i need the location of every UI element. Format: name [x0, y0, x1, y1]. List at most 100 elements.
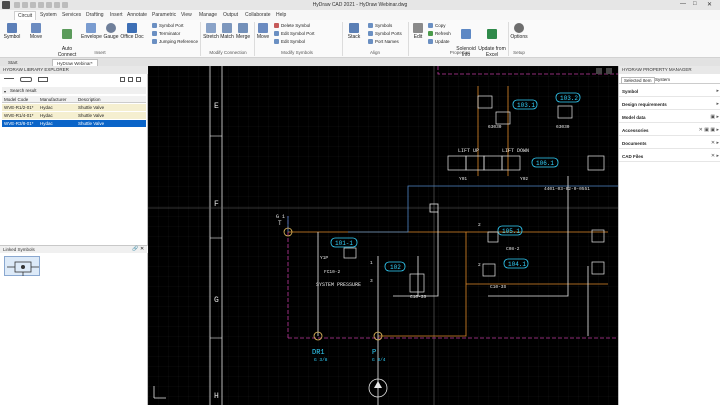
- link-icon[interactable]: 🔗: [132, 246, 138, 252]
- tab-system[interactable]: System: [40, 12, 57, 18]
- edit-symbol-button[interactable]: Edit Symbol: [274, 39, 305, 45]
- merge-button[interactable]: Merge: [236, 23, 250, 40]
- match-button[interactable]: Match: [220, 23, 234, 40]
- section-cad-files[interactable]: CAD Files ✕ ▸: [619, 151, 720, 162]
- svg-text:103.1: 103.1: [517, 102, 535, 109]
- options-button[interactable]: Options: [510, 23, 528, 40]
- tab-parametric[interactable]: Parametric: [152, 12, 176, 18]
- edit-button[interactable]: Edit: [411, 23, 425, 40]
- tab-services[interactable]: Services: [62, 12, 81, 18]
- tab-output[interactable]: Output: [223, 12, 238, 18]
- collapse-icon[interactable]: ▾: [4, 88, 6, 95]
- tab-circuit[interactable]: Circuit: [14, 11, 37, 20]
- stretch-button[interactable]: Stretch: [203, 23, 219, 40]
- hydraulic-schematic[interactable]: E F G H G 1 T 103.1 103.2 63030 63030 LI…: [148, 66, 618, 405]
- svg-text:105.1: 105.1: [502, 228, 520, 235]
- minimize-button[interactable]: —: [680, 1, 686, 7]
- update-button[interactable]: Update: [428, 39, 450, 45]
- symbol-icon: [7, 23, 17, 33]
- section-model-data[interactable]: Model data ▣ ▸: [619, 112, 720, 123]
- align-port-names-button[interactable]: Port Names: [368, 39, 399, 45]
- match-icon: [222, 23, 232, 33]
- envelope-button[interactable]: Envelope: [81, 23, 102, 40]
- column-header-model-code[interactable]: Model Code: [4, 96, 28, 103]
- port-label-t: T: [278, 220, 282, 227]
- symbol-tool-icon[interactable]: [38, 77, 48, 82]
- tab-collaborate[interactable]: Collaborate: [245, 12, 271, 18]
- linked-symbol-thumbnail[interactable]: [4, 256, 40, 276]
- svg-text:FC10-2: FC10-2: [324, 269, 341, 275]
- jumping-reference-button[interactable]: Jumping Reference: [152, 39, 198, 45]
- terminator-icon: [152, 31, 157, 37]
- svg-text:1: 1: [370, 260, 373, 266]
- move-symbol-button[interactable]: Move: [256, 23, 270, 40]
- symbol-button[interactable]: Symbol: [3, 23, 21, 40]
- label-system-pressure: SYSTEM PRESSURE: [316, 282, 361, 288]
- table-row[interactable]: WVE-R1/2-01* Hydac Shuttle Valve: [2, 104, 146, 111]
- svg-text:C08-2: C08-2: [506, 246, 520, 252]
- table-row[interactable]: WVE-R1/4-01* Hydac Shuttle Valve: [2, 112, 146, 119]
- align-symbols-button[interactable]: Symbols: [368, 23, 392, 29]
- symbol-port-icon: [152, 23, 157, 29]
- tab-insert[interactable]: Insert: [110, 12, 123, 18]
- move-button[interactable]: Move: [28, 23, 44, 40]
- auto-connect-button[interactable]: Auto Connect: [57, 23, 77, 58]
- panel-option-icon[interactable]: [120, 77, 125, 82]
- line-tool-icon[interactable]: [4, 78, 14, 82]
- close-viewport-icon[interactable]: [606, 68, 612, 74]
- expand-icon[interactable]: ▣ ▸: [710, 115, 719, 120]
- tab-hydraw-webinar[interactable]: HyDraw Webinar*: [52, 59, 98, 66]
- section-symbol[interactable]: Symbol ▸: [619, 86, 720, 97]
- gauge-button[interactable]: Gauge: [103, 23, 119, 40]
- property-manager-title: HYDRAW PROPERTY MANAGER: [619, 66, 720, 74]
- panel-option-icon[interactable]: [136, 77, 141, 82]
- svg-text:Y02: Y02: [520, 176, 528, 182]
- edit-symbol-port-button[interactable]: Edit Symbol Port: [274, 31, 315, 37]
- terminator-button[interactable]: Terminator: [152, 31, 180, 37]
- accessory-actions-icon[interactable]: ✕ ▣ ▣ ▸: [699, 128, 719, 133]
- tab-selected-item[interactable]: Selected Item: [621, 77, 655, 84]
- tab-annotate[interactable]: Annotate: [127, 12, 147, 18]
- delete-symbol-icon: [274, 23, 279, 29]
- section-design-requirements[interactable]: Design requirements ▸: [619, 99, 720, 110]
- column-header-manufacturer[interactable]: Manufacturer: [40, 96, 67, 103]
- expand-icon[interactable]: ▸: [716, 89, 719, 94]
- search-result-node[interactable]: ▾ Search result: [2, 87, 146, 94]
- panel-option-icon[interactable]: [128, 77, 133, 82]
- tab-drafting[interactable]: Drafting: [86, 12, 104, 18]
- copy-button[interactable]: Copy: [428, 23, 446, 29]
- connector-tool-icon[interactable]: [20, 77, 32, 82]
- column-header-description[interactable]: Description: [78, 96, 101, 103]
- drawing-canvas[interactable]: E F G H G 1 T 103.1 103.2 63030 63030 LI…: [148, 66, 618, 405]
- group-separator: [408, 22, 409, 56]
- stack-button[interactable]: Stack: [345, 23, 363, 40]
- label-lift-up: LIFT UP: [458, 148, 479, 154]
- close-button[interactable]: ✕: [707, 1, 712, 8]
- maximize-button[interactable]: □: [693, 1, 697, 7]
- cad-actions-icon[interactable]: ✕ ▸: [711, 154, 719, 159]
- svg-text:63030: 63030: [556, 124, 570, 130]
- tab-start[interactable]: Start: [4, 59, 22, 66]
- section-accessories[interactable]: Accessories ✕ ▣ ▣ ▸: [619, 125, 720, 136]
- tab-view[interactable]: View: [181, 12, 192, 18]
- document-actions-icon[interactable]: ✕ ▸: [711, 141, 719, 146]
- tab-manage[interactable]: Manage: [199, 12, 217, 18]
- group-separator: [342, 22, 343, 56]
- section-documents[interactable]: Documents ✕ ▸: [619, 138, 720, 149]
- table-header: Model Code Manufacturer Description: [2, 96, 146, 103]
- property-manager-panel: HYDRAW PROPERTY MANAGER Selected Item Sy…: [618, 66, 720, 405]
- symbol-port-button[interactable]: Symbol Port: [152, 23, 184, 29]
- table-row-selected[interactable]: WVE-R3/8-01* Hydac Shuttle Valve: [2, 120, 146, 127]
- restore-viewport-icon[interactable]: [596, 68, 602, 74]
- edit-icon: [413, 23, 423, 33]
- close-icon[interactable]: ✕: [140, 246, 144, 252]
- refresh-button[interactable]: Refresh: [428, 31, 451, 37]
- tab-system[interactable]: System: [655, 77, 670, 82]
- align-symbol-ports-button[interactable]: Symbol Ports: [368, 31, 402, 37]
- expand-icon[interactable]: ▸: [716, 102, 719, 107]
- tab-help[interactable]: Help: [276, 12, 286, 18]
- align-symbol-ports-icon: [368, 31, 373, 37]
- svg-text:Y1P: Y1P: [320, 255, 328, 261]
- office-doc-button[interactable]: Office Doc: [120, 23, 144, 40]
- delete-symbol-button[interactable]: Delete Symbol: [274, 23, 310, 29]
